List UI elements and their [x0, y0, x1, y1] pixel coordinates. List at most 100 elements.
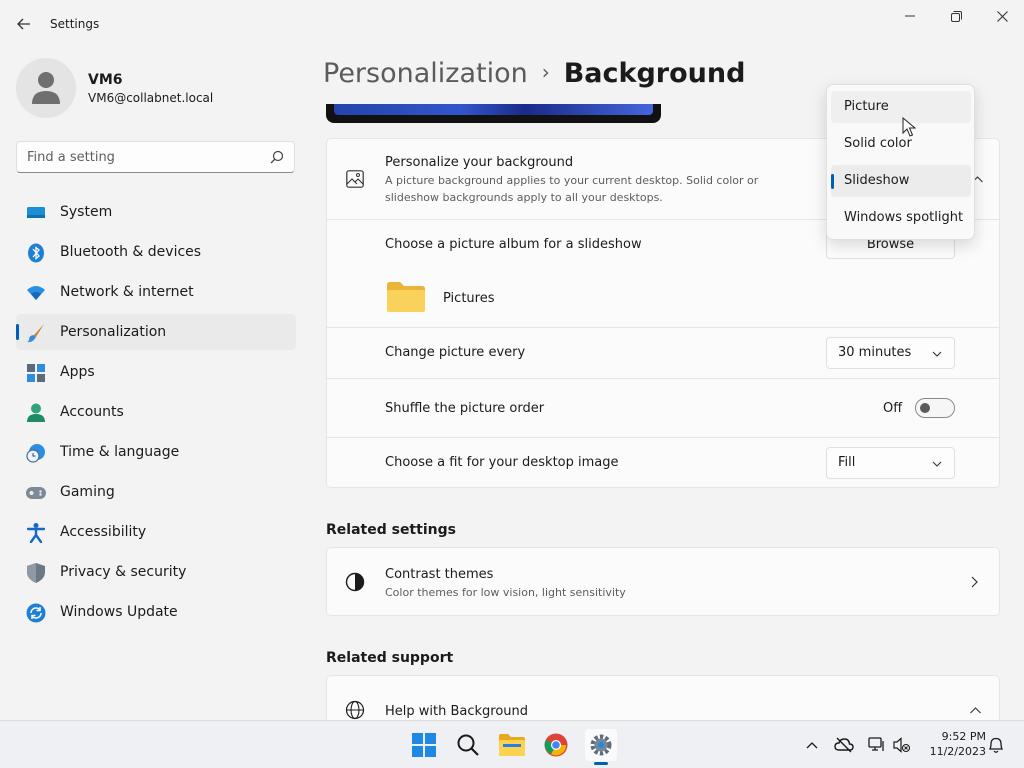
sidebar-item-label: Bluetooth & devices [60, 244, 202, 260]
related-settings-heading: Related settings [326, 522, 456, 538]
slideshow-album-title: Choose a picture album for a slideshow [385, 237, 642, 252]
sidebar-item-label: Personalization [60, 324, 167, 340]
option-label: Picture [844, 99, 889, 114]
shuffle-toggle[interactable] [915, 398, 955, 418]
chevron-up-icon[interactable] [965, 700, 985, 720]
file-explorer-icon [499, 734, 525, 756]
shuffle-row: Shuffle the picture order Off [327, 379, 1000, 437]
network-icon [868, 737, 884, 751]
wifi-icon [26, 283, 46, 303]
option-label: Windows spotlight [844, 210, 964, 225]
file-explorer-button[interactable] [496, 729, 528, 761]
fit-dropdown[interactable]: Fill [826, 447, 955, 479]
dropdown-option-picture[interactable]: Picture [831, 91, 971, 123]
shuffle-title: Shuffle the picture order [385, 401, 545, 416]
update-icon [26, 603, 46, 623]
sidebar-item-gaming[interactable]: Gaming [16, 474, 296, 510]
personalize-background-description: A picture background applies to your cur… [385, 174, 759, 204]
desktop-preview [326, 104, 661, 123]
bluetooth-icon [26, 243, 46, 263]
dropdown-option-solid-color[interactable]: Solid color [831, 128, 971, 160]
taskbar-search-button[interactable] [452, 729, 484, 761]
onedrive-button[interactable] [834, 735, 854, 755]
fit-value: Fill [838, 455, 856, 470]
sidebar-item-time-language[interactable]: Time & language [16, 434, 296, 470]
sidebar-item-privacy-security[interactable]: Privacy & security [16, 554, 296, 590]
accessibility-icon [26, 523, 46, 543]
taskbar-clock[interactable]: 9:52 PM 11/2/2023 [920, 729, 986, 759]
chrome-button[interactable] [540, 729, 572, 761]
show-hidden-icons-button[interactable] [802, 735, 822, 755]
contrast-themes-card[interactable]: Contrast themes Color themes for low vis… [326, 547, 1000, 616]
title-bar: Settings [0, 0, 1024, 48]
background-type-dropdown-menu: Picture Solid color Slideshow Windows sp… [826, 84, 975, 240]
sidebar-item-label: Accounts [60, 404, 124, 420]
gamepad-icon [26, 483, 46, 503]
sidebar-item-personalization[interactable]: Personalization [16, 314, 296, 350]
sidebar-item-accounts[interactable]: Accounts [16, 394, 296, 430]
sidebar-item-windows-update[interactable]: Windows Update [16, 594, 296, 630]
start-icon [412, 733, 436, 757]
close-button[interactable] [979, 0, 1024, 32]
folder-icon [387, 282, 425, 312]
time-language-icon [26, 443, 46, 463]
apps-icon [26, 363, 46, 383]
breadcrumb-parent[interactable]: Personalization [323, 58, 528, 89]
help-background-title: Help with Background [385, 704, 529, 719]
dropdown-option-slideshow[interactable]: Slideshow [831, 165, 971, 197]
fit-row: Choose a fit for your desktop image Fill [327, 438, 1000, 488]
settings-search[interactable] [16, 141, 295, 173]
sidebar-item-label: Apps [60, 364, 95, 380]
active-app-indicator [594, 762, 608, 765]
maximize-button[interactable] [933, 0, 979, 32]
interval-dropdown[interactable]: 30 minutes [826, 337, 955, 369]
minimize-icon [905, 15, 915, 17]
sidebar-nav: System Bluetooth & devices Network & int… [16, 194, 296, 634]
sidebar-item-network[interactable]: Network & internet [16, 274, 296, 310]
user-name: VM6 [88, 72, 123, 88]
start-button[interactable] [408, 729, 440, 761]
brush-icon [26, 323, 46, 343]
settings-app-button[interactable] [585, 729, 617, 761]
chrome-icon [544, 733, 568, 757]
user-email: VM6@collabnet.local [88, 91, 214, 105]
sidebar-item-accessibility[interactable]: Accessibility [16, 514, 296, 550]
back-button[interactable] [10, 10, 38, 38]
toggle-knob [920, 403, 930, 413]
help-background-card[interactable]: Help with Background [326, 675, 1000, 720]
related-support-heading: Related support [326, 650, 454, 666]
avatar [16, 58, 76, 118]
volume-muted-icon [893, 737, 911, 753]
network-button[interactable] [867, 735, 887, 755]
volume-button[interactable] [892, 735, 912, 755]
breadcrumb: Personalization › Background [323, 58, 745, 89]
minimize-button[interactable] [887, 0, 933, 32]
sidebar-item-system[interactable]: System [16, 194, 296, 230]
dropdown-option-windows-spotlight[interactable]: Windows spotlight [831, 202, 971, 234]
chevron-down-icon [932, 461, 942, 467]
chevron-down-icon [932, 351, 942, 357]
cloud-off-icon [834, 737, 854, 753]
back-arrow-icon [17, 18, 30, 30]
breadcrumb-separator: › [541, 60, 550, 84]
close-icon [996, 10, 1008, 22]
search-icon [457, 734, 479, 756]
notifications-button[interactable] [986, 735, 1006, 755]
shield-icon [26, 563, 46, 583]
sidebar-item-label: Accessibility [60, 524, 147, 540]
app-title: Settings [50, 17, 100, 31]
sidebar-item-label: Privacy & security [60, 564, 187, 580]
shuffle-state-label: Off [883, 401, 903, 416]
contrast-icon [345, 572, 365, 592]
notification-bell-icon [988, 737, 1004, 753]
option-label: Solid color [844, 136, 912, 151]
search-input[interactable] [17, 142, 262, 172]
search-icon [270, 150, 284, 164]
clock-date: 11/2/2023 [929, 745, 986, 758]
globe-help-icon [345, 700, 365, 720]
contrast-themes-title: Contrast themes [385, 567, 494, 582]
settings-icon [590, 734, 612, 756]
sidebar-item-apps[interactable]: Apps [16, 354, 296, 390]
taskbar: 9:52 PM 11/2/2023 [0, 720, 1024, 768]
sidebar-item-bluetooth[interactable]: Bluetooth & devices [16, 234, 296, 270]
